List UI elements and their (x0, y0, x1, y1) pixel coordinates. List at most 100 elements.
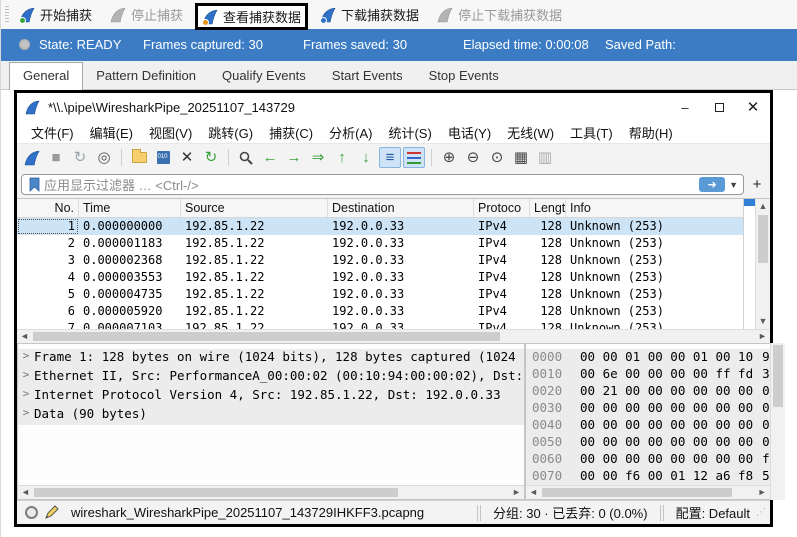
scrollbar-thumb[interactable] (34, 488, 398, 497)
bytes-vertical-scrollbar[interactable] (770, 343, 785, 500)
menu-8[interactable]: 无线(W) (499, 121, 562, 144)
app-toolbar-button-2[interactable]: 停止捕获 (104, 3, 189, 26)
packet-list-vertical-scrollbar[interactable]: ▲ ▼ (755, 199, 770, 329)
packet-row[interactable]: 60.000005920192.85.1.22192.0.0.33IPv4128… (17, 303, 743, 320)
column-header-destination[interactable]: Destination (328, 199, 474, 217)
hex-row[interactable]: 006000 00 00 00 00 00 00 00f (526, 451, 770, 468)
expand-arrow-icon[interactable]: > (18, 387, 34, 406)
hex-row[interactable]: 003000 00 00 00 00 00 00 000 (526, 400, 770, 417)
profile[interactable]: 配置: Default (670, 503, 756, 522)
go-to-packet-icon[interactable]: ⇒ (307, 147, 329, 168)
app-toolbar-button-1[interactable]: 开始捕获 (13, 3, 98, 26)
expand-arrow-icon[interactable]: > (18, 368, 34, 387)
zoom-out-icon[interactable]: ⊖ (462, 147, 484, 168)
app-toolbar-button-4[interactable]: 下载捕获数据 (314, 3, 425, 26)
column-header-protocol[interactable]: Protoco (474, 199, 530, 217)
menu-9[interactable]: 工具(T) (562, 121, 621, 144)
expert-info-icon[interactable] (25, 506, 38, 519)
scrollbar-thumb[interactable] (758, 215, 768, 263)
menu-5[interactable]: 分析(A) (321, 121, 380, 144)
menu-2[interactable]: 视图(V) (141, 121, 200, 144)
scrollbar-thumb[interactable] (773, 345, 783, 407)
tab-general[interactable]: General (9, 62, 83, 90)
packet-row[interactable]: 40.000003553192.85.1.22192.0.0.33IPv4128… (17, 269, 743, 286)
hex-row[interactable]: 002000 21 00 00 00 00 00 000 (526, 383, 770, 400)
go-back-icon[interactable]: ← (259, 147, 281, 168)
hex-row[interactable]: 007000 00 f6 00 01 12 a6 f85 (526, 468, 770, 485)
scroll-left-icon[interactable]: ◄ (17, 330, 32, 343)
find-packet-icon[interactable] (235, 147, 257, 168)
filter-dropdown-icon[interactable]: ▼ (729, 180, 738, 190)
reload-file-icon[interactable]: ↻ (200, 147, 222, 168)
hex-row[interactable]: 001000 6e 00 00 00 00 ff fd3 (526, 366, 770, 383)
scroll-up-icon[interactable]: ▲ (756, 199, 770, 214)
column-header-time[interactable]: Time (79, 199, 181, 217)
details-horizontal-scrollbar[interactable]: ◄ ► (18, 485, 524, 499)
capture-filename[interactable]: wireshark_WiresharkPipe_20251107_143729I… (71, 505, 424, 520)
tab-qualify-events[interactable]: Qualify Events (209, 64, 319, 89)
minimize-button[interactable]: – (668, 95, 702, 119)
go-last-icon[interactable]: ↓ (355, 147, 377, 168)
column-header-source[interactable]: Source (181, 199, 328, 217)
tab-stop-events[interactable]: Stop Events (416, 64, 512, 89)
auto-scroll-icon[interactable]: ≡ (379, 147, 401, 168)
scroll-right-icon[interactable]: ► (755, 330, 770, 343)
wireshark-titlebar[interactable]: *\\.\pipe\WiresharkPipe_20251107_143729 … (17, 93, 770, 121)
scroll-down-icon[interactable]: ▼ (756, 314, 770, 329)
packet-row[interactable]: 30.000002368192.85.1.22192.0.0.33IPv4128… (17, 252, 743, 269)
packet-list-horizontal-scrollbar[interactable]: ◄ ► (17, 329, 770, 343)
menu-1[interactable]: 编辑(E) (82, 121, 141, 144)
expand-arrow-icon[interactable]: > (18, 406, 34, 425)
detail-line[interactable]: >Internet Protocol Version 4, Src: 192.8… (18, 387, 524, 406)
maximize-button[interactable] (702, 95, 736, 119)
restart-capture-icon[interactable]: ↻ (69, 147, 91, 168)
scroll-right-icon[interactable]: ► (509, 486, 524, 499)
menu-10[interactable]: 帮助(H) (621, 121, 681, 144)
menu-3[interactable]: 跳转(G) (200, 121, 261, 144)
packet-row[interactable]: 50.000004735192.85.1.22192.0.0.33IPv4128… (17, 286, 743, 303)
capture-comment-icon[interactable] (44, 505, 59, 520)
resize-columns-icon[interactable]: ▦ (510, 147, 532, 168)
app-toolbar-button-3[interactable]: 查看捕获数据 (195, 3, 308, 30)
bytes-horizontal-scrollbar[interactable]: ◄ ► (526, 485, 770, 499)
filter-bookmark-icon[interactable] (29, 177, 40, 192)
add-filter-button[interactable]: + (748, 176, 766, 194)
go-first-icon[interactable]: ↑ (331, 147, 353, 168)
intelligent-scrollbar-minimap[interactable] (743, 199, 755, 329)
menu-4[interactable]: 捕获(C) (261, 121, 321, 144)
column-header-no[interactable]: No. (17, 199, 79, 217)
hex-row[interactable]: 000000 00 01 00 00 01 00 109 (526, 349, 770, 366)
tab-start-events[interactable]: Start Events (319, 64, 416, 89)
tab-pattern-definition[interactable]: Pattern Definition (83, 64, 209, 89)
colorize-icon[interactable] (403, 147, 425, 168)
scrollbar-thumb[interactable] (542, 488, 732, 497)
zoom-in-icon[interactable]: ⊕ (438, 147, 460, 168)
display-filter-input[interactable]: 应用显示过滤器 … <Ctrl-/> ➜ ▼ (21, 174, 744, 195)
start-capture-icon[interactable] (21, 147, 43, 168)
apply-filter-button[interactable]: ➜ (699, 177, 725, 192)
display-columns-icon[interactable]: ▥ (534, 147, 556, 168)
resize-grip[interactable]: ⋰ (756, 507, 768, 518)
app-toolbar-button-5[interactable]: 停止下载捕获数据 (431, 3, 568, 26)
scroll-right-icon[interactable]: ► (755, 486, 770, 499)
detail-line[interactable]: >Data (90 bytes) (18, 406, 524, 425)
detail-line[interactable]: >Ethernet II, Src: PerformanceA_00:00:02… (18, 368, 524, 387)
open-file-icon[interactable] (128, 147, 150, 168)
zoom-original-icon[interactable]: ⊙ (486, 147, 508, 168)
column-header-info[interactable]: Info (566, 199, 743, 217)
close-button[interactable]: ✕ (736, 95, 770, 119)
packet-row[interactable]: 70.000007103192.85.1.22192.0.0.33IPv4128… (17, 320, 743, 329)
packet-row[interactable]: 20.000001183192.85.1.22192.0.0.33IPv4128… (17, 235, 743, 252)
menu-0[interactable]: 文件(F) (23, 121, 82, 144)
scroll-left-icon[interactable]: ◄ (18, 486, 33, 499)
menu-6[interactable]: 统计(S) (380, 121, 439, 144)
detail-line[interactable]: >Frame 1: 128 bytes on wire (1024 bits),… (18, 349, 524, 368)
hex-row[interactable]: 004000 00 00 00 00 00 00 000 (526, 417, 770, 434)
column-header-length[interactable]: Lengt (530, 199, 566, 217)
go-forward-icon[interactable]: → (283, 147, 305, 168)
toolbar-grip[interactable] (5, 6, 9, 24)
packet-row[interactable]: 10.000000000192.85.1.22192.0.0.33IPv4128… (17, 218, 743, 235)
menu-7[interactable]: 电话(Y) (440, 121, 499, 144)
stop-capture-icon[interactable]: ■ (45, 147, 67, 168)
capture-options-icon[interactable]: ◎ (93, 147, 115, 168)
